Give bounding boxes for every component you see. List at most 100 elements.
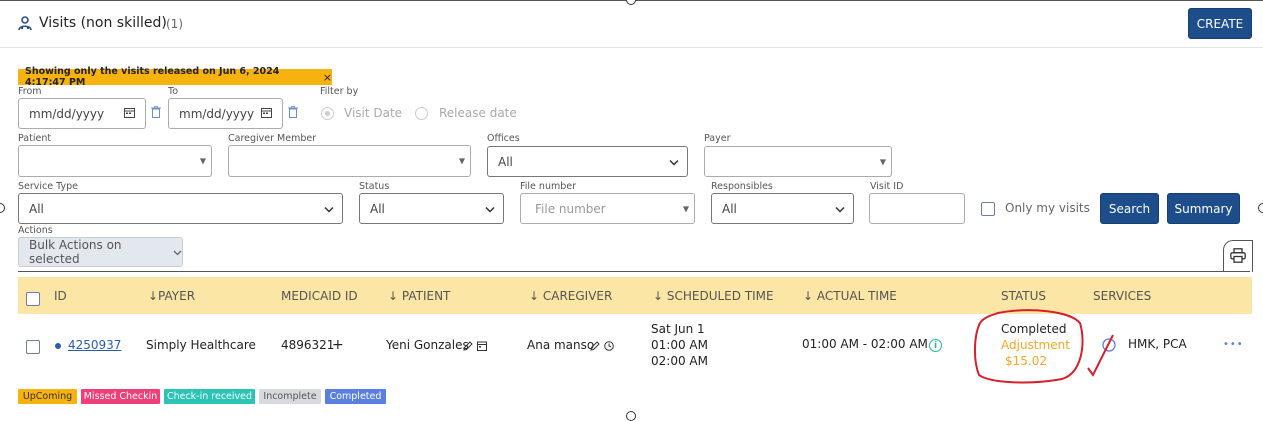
from-date-input[interactable]: mm/dd/yyyy [18, 98, 146, 129]
close-icon[interactable]: × [323, 71, 332, 84]
service-type-label: Service Type [18, 181, 78, 192]
column-header-scheduled-time[interactable]: ↓ SCHEDULED TIME [653, 289, 774, 303]
release-date-radio[interactable] [415, 107, 428, 120]
resize-handle-right[interactable] [1258, 203, 1263, 213]
row-select-checkbox[interactable] [26, 340, 40, 354]
responsibles-value: All [722, 201, 737, 216]
header-divider [0, 47, 1263, 48]
responsibles-label: Responsibles [711, 181, 773, 192]
from-label: From [18, 86, 42, 97]
clear-to-date-icon[interactable] [288, 106, 298, 121]
users-icon [18, 16, 32, 35]
file-number-label: File number [520, 181, 576, 192]
chevron-down-icon [173, 245, 182, 259]
filter-by-label: Filter by [320, 86, 359, 97]
scheduled-start: 01:00 AM [651, 338, 708, 352]
add-medicaid-icon[interactable]: + [332, 337, 344, 353]
actions-label: Actions [18, 225, 53, 236]
column-header-payer[interactable]: ↓PAYER [148, 289, 195, 303]
resize-handle-left[interactable] [0, 203, 5, 213]
caret-down-icon: ▼ [458, 156, 465, 166]
column-header-actual-time[interactable]: ↓ ACTUAL TIME [803, 289, 897, 303]
print-button[interactable] [1223, 240, 1253, 272]
offices-value: All [498, 154, 513, 169]
search-button[interactable]: Search [1100, 193, 1159, 224]
scheduled-day: Sat Jun 1 [651, 322, 705, 336]
to-date-input[interactable]: mm/dd/yyyy [168, 98, 283, 129]
legend-incomplete: Incomplete [259, 389, 321, 404]
column-header-patient[interactable]: ↓ PATIENT [388, 289, 450, 303]
column-header-services[interactable]: SERVICES [1093, 289, 1151, 303]
pencil-icon[interactable] [463, 340, 473, 354]
caret-down-icon: ▼ [682, 204, 689, 213]
caret-down-icon: ▼ [199, 156, 206, 166]
calendar-icon[interactable] [124, 107, 135, 121]
select-all-checkbox[interactable] [26, 292, 40, 306]
status-label: Status [359, 181, 390, 192]
caret-down-icon: ▼ [879, 157, 886, 166]
caregiver-select[interactable]: ▼ [228, 145, 471, 177]
resize-handle-bottom[interactable] [626, 411, 636, 421]
only-my-visits-checkbox[interactable] [981, 202, 995, 216]
patient-cell[interactable]: Yeni Gonzales [386, 338, 469, 352]
scheduled-end: 02:00 AM [651, 354, 708, 368]
notice-text: Showing only the visits released on Jun … [25, 66, 280, 88]
chevron-down-icon [669, 155, 679, 168]
clear-from-date-icon[interactable] [151, 106, 161, 121]
legend-completed: Completed [325, 389, 386, 404]
resize-handle-top[interactable] [626, 0, 636, 5]
release-date-radio-label: Release date [439, 106, 517, 120]
to-label: To [168, 86, 179, 97]
to-date-placeholder: mm/dd/yyyy [179, 106, 255, 121]
table-top-border [18, 271, 1250, 272]
legend-upcoming: UpComing [18, 389, 77, 404]
summary-button[interactable]: Summary [1167, 193, 1240, 224]
create-button[interactable]: CREATE [1188, 8, 1252, 39]
services-cell: HMK, PCA [1128, 337, 1187, 351]
patient-label: Patient [18, 133, 52, 144]
legend-missed-checkin: Missed Checkin [81, 389, 160, 404]
visit-id-link[interactable]: 4250937 [68, 338, 121, 352]
status-dot-icon [55, 343, 61, 349]
column-header-medicaid-id[interactable]: MEDICAID ID [281, 289, 358, 303]
info-icon[interactable]: i [929, 339, 942, 352]
legend-checkin-received: Check-in received [164, 389, 255, 404]
release-filter-notice: Showing only the visits released on Jun … [18, 66, 332, 88]
status-value: All [370, 201, 385, 216]
offices-label: Offices [487, 133, 520, 144]
payer-select[interactable]: ▼ [704, 146, 892, 177]
page-title: Visits (non skilled) [39, 15, 167, 31]
patient-select[interactable]: ▼ [18, 145, 212, 177]
bulk-actions-label: Bulk Actions on selected [29, 238, 122, 266]
column-header-status[interactable]: STATUS [1001, 289, 1046, 303]
chevron-down-icon [835, 202, 845, 215]
file-number-placeholder: File number [535, 201, 606, 216]
clock-icon[interactable] [604, 340, 614, 354]
more-options-icon[interactable]: ••• [1223, 339, 1244, 350]
service-type-value: All [29, 201, 44, 216]
visit-date-radio-label: Visit Date [344, 106, 403, 120]
actual-time-cell: 01:00 AM - 02:00 AM [802, 337, 928, 351]
chevron-down-icon [324, 202, 334, 215]
medicaid-id-cell: 4896321 [281, 338, 335, 352]
service-type-select[interactable]: All [18, 193, 343, 224]
payer-label: Payer [704, 133, 731, 144]
visit-date-radio[interactable] [321, 107, 334, 120]
file-number-select[interactable]: File number ▼ [520, 193, 695, 224]
printer-icon [1230, 247, 1246, 266]
visit-id-input[interactable] [869, 193, 965, 224]
annotation-circle-checkmark [974, 309, 1114, 384]
calendar-icon[interactable] [261, 107, 272, 121]
caregiver-cell[interactable]: Ana manso [527, 338, 594, 352]
chevron-down-icon [485, 202, 495, 215]
calendar-icon[interactable] [477, 340, 487, 354]
payer-cell: Simply Healthcare [146, 338, 256, 352]
column-header-caregiver[interactable]: ↓ CAREGIVER [529, 289, 612, 303]
status-select[interactable]: All [359, 193, 504, 224]
visit-count: (1) [166, 17, 183, 31]
bulk-actions-dropdown[interactable]: Bulk Actions on selected [18, 237, 183, 267]
pencil-icon[interactable] [590, 340, 600, 354]
offices-select[interactable]: All [487, 146, 688, 177]
responsibles-select[interactable]: All [711, 193, 854, 224]
column-header-id[interactable]: ID [54, 289, 67, 303]
